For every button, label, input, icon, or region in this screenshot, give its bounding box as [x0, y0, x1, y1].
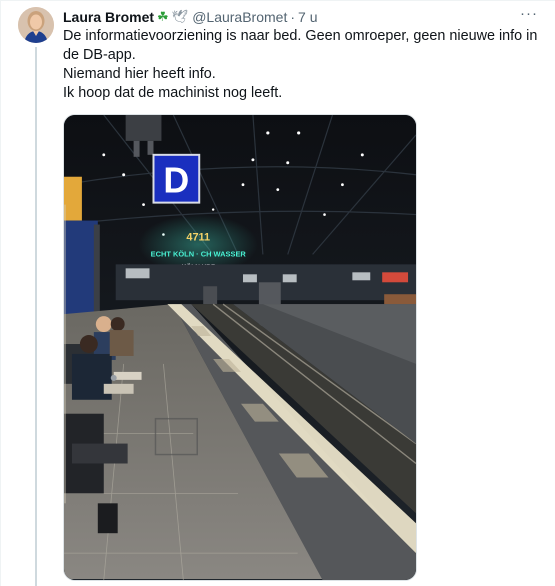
tweet-text-line: Niemand hier heeft info.: [63, 66, 216, 82]
author-name[interactable]: Laura Bromet: [63, 8, 154, 26]
tweet-photo[interactable]: D 4711 ECHT KÖLN · CH WASSER KÖLN HBF: [63, 114, 417, 581]
tweet-header: Laura Bromet ☘ 🕊 @LauraBromet · 7 u: [63, 8, 318, 26]
train-platform-photo: D 4711 ECHT KÖLN · CH WASSER KÖLN HBF: [64, 115, 416, 580]
tweet-text-line: Ik hoop dat de machinist nog leeft.: [63, 85, 283, 101]
timestamp[interactable]: 7 u: [298, 8, 317, 26]
more-options-icon[interactable]: ···: [518, 6, 540, 26]
avatar[interactable]: [18, 7, 54, 43]
neon-slogan: ECHT KÖLN · CH WASSER: [151, 249, 247, 258]
tweet-text: De informatievoorziening is naar bed. Ge…: [63, 27, 538, 103]
author-handle[interactable]: @LauraBromet: [192, 8, 287, 26]
separator-dot: ·: [290, 9, 296, 25]
four-leaf-clover-icon: ☘: [157, 9, 169, 24]
divider: [0, 0, 1, 586]
tweet-card[interactable]: Laura Bromet ☘ 🕊 @LauraBromet · 7 u ··· …: [0, 0, 555, 586]
tweet-text-line: De informatievoorziening is naar bed. Ge…: [63, 28, 538, 63]
neon-logo: 4711: [186, 231, 210, 243]
thread-line: [35, 47, 37, 586]
platform-letter: D: [163, 161, 189, 201]
platform-sign-d: D: [152, 153, 201, 204]
divider: [0, 0, 555, 1]
dove-icon: 🕊: [171, 9, 189, 24]
